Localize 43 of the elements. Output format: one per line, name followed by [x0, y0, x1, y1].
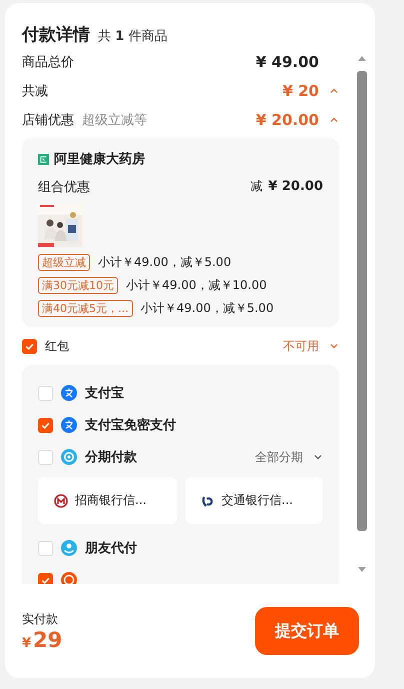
summary-amount: ¥ 49.00: [256, 52, 319, 70]
store-icon: [38, 154, 49, 164]
discount-tag: 超级立减: [38, 254, 90, 271]
payment-method[interactable]: 朋友代付: [85, 539, 137, 557]
summary-label: 店铺优惠: [22, 112, 74, 128]
summary-amount: ¥ 20.00: [256, 110, 319, 128]
discount-subtotal: 小计￥49.00，减￥5.00: [98, 254, 232, 271]
currency-symbol: ¥: [22, 636, 32, 650]
promo-amount: ¥ 20.00: [268, 179, 323, 194]
alipay-icon: [61, 417, 77, 433]
panel-title: 付款详情: [22, 24, 90, 46]
discount-subtotal: 小计￥49.00，减￥5.00: [140, 300, 274, 317]
friend-icon: [61, 540, 77, 556]
bank-icon: [200, 494, 214, 508]
store-name: 阿里健康大药房: [54, 150, 145, 168]
installment-icon: [61, 449, 77, 465]
coupon-status: 不可用: [283, 338, 319, 354]
checkbox[interactable]: [22, 338, 37, 354]
payment-method[interactable]: 分期付款: [85, 448, 137, 466]
payment-method[interactable]: 支付宝免密支付: [85, 416, 176, 434]
discount-tag: 满40元减5元，...: [38, 300, 132, 317]
caret-icon[interactable]: [313, 452, 323, 462]
bank-card-option[interactable]: 招商银行信...: [38, 477, 176, 524]
coupon-label: 红包: [45, 338, 69, 354]
discount-subtotal: 小计￥49.00，减￥10.00: [126, 277, 267, 294]
promo-label: 组合优惠: [38, 179, 90, 196]
checkbox[interactable]: [38, 418, 53, 432]
total-amount: 29: [33, 628, 62, 652]
summary-amount: ¥ 20: [282, 82, 319, 100]
total-label: 实付款: [22, 610, 59, 628]
item-count: 共 1 件商品: [98, 28, 168, 45]
discount-tag: 满30元减10元: [38, 277, 118, 294]
promo-prefix: 减: [250, 178, 262, 195]
alipay-icon: [61, 385, 77, 401]
caret-icon[interactable]: [329, 341, 339, 351]
summary-note: 超级立减等: [82, 112, 147, 128]
bank-card-option[interactable]: 交通银行信...: [184, 477, 323, 524]
checkbox[interactable]: [38, 572, 53, 584]
summary-label: 共减: [22, 82, 48, 100]
installment-option[interactable]: 全部分期: [255, 448, 303, 466]
payment-method[interactable]: 支付宝: [85, 384, 124, 402]
summary-label: 商品总价: [22, 54, 74, 70]
bank-icon: [54, 494, 68, 508]
